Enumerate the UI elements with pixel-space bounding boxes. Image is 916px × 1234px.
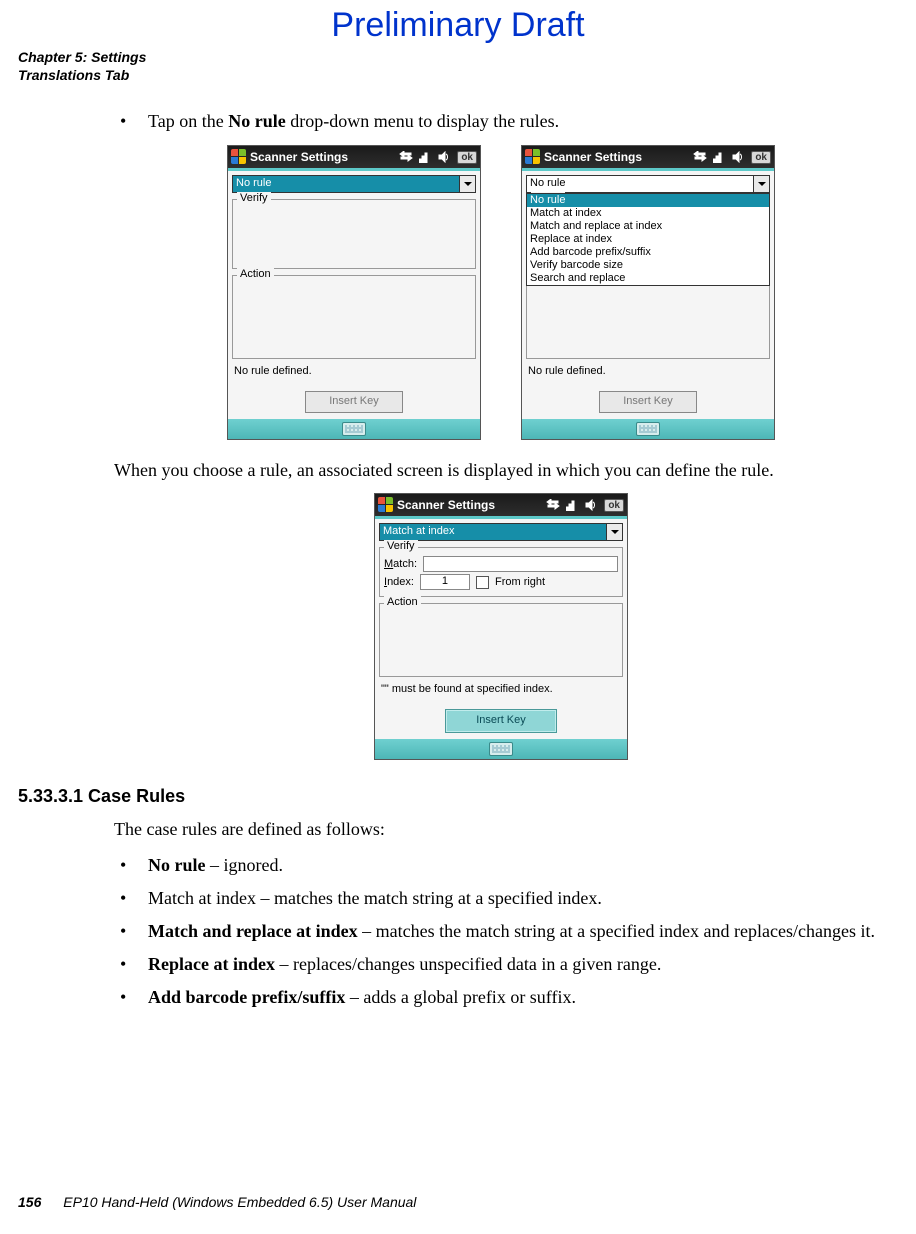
volume-icon (436, 150, 452, 164)
case-rule-item: No rule – ignored. (114, 852, 888, 879)
intro-bullet: Tap on the No rule drop-down menu to dis… (114, 108, 888, 135)
status-text: "" must be found at specified index. (381, 683, 621, 695)
section-heading: 5.33.3.1 Case Rules (18, 786, 888, 807)
case-rule-bold: Match and replace at index (148, 921, 358, 941)
chevron-down-icon[interactable] (606, 524, 622, 540)
rule-dropdown-value: No rule (233, 176, 459, 192)
case-rule-text: – ignored. (206, 855, 283, 875)
start-icon[interactable] (525, 149, 541, 165)
section-label: Translations Tab (18, 67, 898, 85)
dropdown-option[interactable]: Search and replace (527, 272, 769, 285)
action-group-label: Action (237, 268, 274, 280)
screenshot-no-rule-open: Scanner Settings ok No rule No rule M (521, 145, 775, 440)
case-rule-text: – adds a global prefix or suffix. (345, 987, 576, 1007)
volume-icon (583, 498, 599, 512)
action-group-label: Action (384, 596, 421, 608)
case-rule-bold: No rule (148, 855, 206, 875)
case-rule-bold: Replace at index (148, 954, 275, 974)
section-intro: The case rules are defined as follows: (114, 817, 888, 842)
case-rule-item: Match and replace at index – matches the… (114, 918, 888, 945)
from-right-label: From right (495, 576, 545, 588)
status-text: No rule defined. (528, 365, 768, 377)
verify-group-label: Verify (384, 540, 418, 552)
chevron-down-icon[interactable] (459, 176, 475, 192)
volume-icon (730, 150, 746, 164)
case-rule-text: Match at index – matches the match strin… (148, 888, 602, 908)
dropdown-option[interactable]: Replace at index (527, 233, 769, 246)
connectivity-icon (545, 498, 561, 512)
keyboard-icon[interactable] (489, 742, 513, 756)
window-title: Scanner Settings (250, 150, 348, 164)
signal-icon (417, 150, 433, 164)
intro-bold: No rule (228, 111, 286, 131)
from-right-checkbox[interactable] (476, 576, 489, 589)
ok-button[interactable]: ok (457, 151, 477, 164)
intro-post: drop-down menu to display the rules. (286, 111, 559, 131)
match-label: Match: (384, 558, 417, 570)
window-title: Scanner Settings (544, 150, 642, 164)
case-rule-item: Add barcode prefix/suffix – adds a globa… (114, 984, 888, 1011)
rule-dropdown[interactable]: No rule (232, 175, 476, 193)
match-input[interactable] (423, 556, 618, 572)
dropdown-option[interactable]: Match and replace at index (527, 220, 769, 233)
verify-group-label: Verify (237, 192, 271, 204)
case-rule-item: Match at index – matches the match strin… (114, 885, 888, 912)
case-rule-text: – replaces/changes unspecified data in a… (275, 954, 661, 974)
window-title: Scanner Settings (397, 498, 495, 512)
rule-dropdown-list[interactable]: No rule Match at index Match and replace… (526, 193, 770, 286)
case-rule-bold: Add barcode prefix/suffix (148, 987, 345, 1007)
dropdown-option[interactable]: No rule (527, 194, 769, 207)
insert-key-button: Insert Key (599, 391, 697, 413)
status-text: No rule defined. (234, 365, 474, 377)
ok-button[interactable]: ok (751, 151, 771, 164)
insert-key-button: Insert Key (305, 391, 403, 413)
rule-dropdown-value: No rule (527, 176, 753, 192)
start-icon[interactable] (231, 149, 247, 165)
dropdown-option[interactable]: Match at index (527, 207, 769, 220)
signal-icon (564, 498, 580, 512)
start-icon[interactable] (378, 497, 394, 513)
screenshot-no-rule-closed: Scanner Settings ok No rule Verify (227, 145, 481, 440)
preliminary-draft-label: Preliminary Draft (18, 6, 898, 45)
rule-dropdown[interactable]: No rule (526, 175, 770, 193)
rule-dropdown-value: Match at index (380, 524, 606, 540)
connectivity-icon (398, 150, 414, 164)
screenshot-match-at-index: Scanner Settings ok Match at index Verif… (374, 493, 628, 760)
index-input[interactable]: 1 (420, 574, 470, 590)
rule-dropdown[interactable]: Match at index (379, 523, 623, 541)
signal-icon (711, 150, 727, 164)
dropdown-option[interactable]: Verify barcode size (527, 259, 769, 272)
connectivity-icon (692, 150, 708, 164)
mid-paragraph: When you choose a rule, an associated sc… (114, 458, 888, 483)
intro-pre: Tap on the (148, 111, 228, 131)
chevron-down-icon[interactable] (753, 176, 769, 192)
index-label: Index: (384, 576, 414, 588)
insert-key-button[interactable]: Insert Key (445, 709, 557, 733)
ok-button[interactable]: ok (604, 499, 624, 512)
case-rule-text: – matches the match string at a specifie… (358, 921, 875, 941)
running-header: Chapter 5: Settings Translations Tab (18, 49, 898, 84)
dropdown-option[interactable]: Add barcode prefix/suffix (527, 246, 769, 259)
keyboard-icon[interactable] (636, 422, 660, 436)
case-rule-item: Replace at index – replaces/changes unsp… (114, 951, 888, 978)
chapter-label: Chapter 5: Settings (18, 49, 898, 67)
keyboard-icon[interactable] (342, 422, 366, 436)
